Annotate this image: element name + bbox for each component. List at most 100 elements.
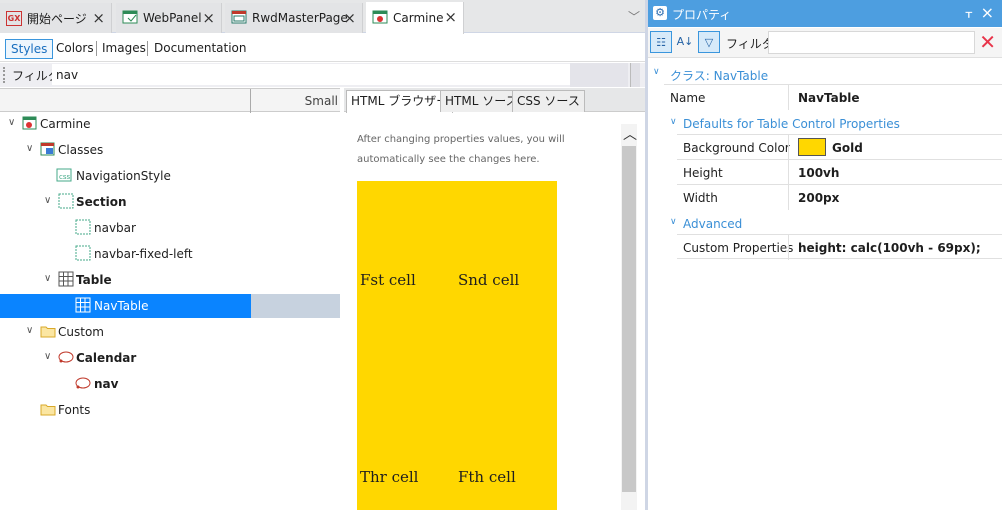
pin-icon[interactable]: ᚁ [966,5,972,20]
tree-header: Small [0,88,340,113]
chevron-down-icon[interactable]: ∨ [26,143,33,154]
navtable-preview: Fst cell Snd cell Thr cell Fth cell [357,181,557,510]
chevron-down-icon[interactable]: ∨ [670,117,677,127]
property-filter-input[interactable] [768,31,975,54]
document-tab-bar: GX 開始ページ × WebPanel × RwdMasterPage × Ca… [0,0,645,34]
property-value[interactable]: Gold [832,141,863,155]
section-icon [58,193,74,209]
chevron-up-icon[interactable]: ︿ [623,124,637,144]
tree-item-navigationstyle[interactable]: css NavigationStyle [0,164,340,190]
tab-styles[interactable]: Styles [5,39,54,59]
table-cell: Thr cell [360,468,419,486]
tree-item-fonts[interactable]: Fonts [0,398,340,424]
tree-item-label: Carmine [40,117,91,131]
property-row-height[interactable]: Height 100vh [677,159,1002,185]
categorized-view-icon[interactable]: ☷ [650,31,672,53]
property-name: Background Color [683,141,790,155]
tree-item-label: navbar [94,221,136,235]
filter-dropdown[interactable] [630,63,640,87]
property-name: Height [683,166,723,180]
custom-class-icon [75,375,91,391]
property-name: Custom Properties [683,241,794,255]
theme-icon [22,115,38,131]
clear-filter-icon[interactable]: ✕ [979,30,996,54]
tab-css-source[interactable]: CSS ソース [512,90,585,112]
tab-carmine[interactable]: Carmine × [366,2,464,34]
tree-item-label: NavigationStyle [76,169,171,183]
close-icon[interactable]: × [981,3,994,22]
color-swatch[interactable] [798,138,826,156]
styles-editor-pane: GX 開始ページ × WebPanel × RwdMasterPage × Ca… [0,0,645,510]
chevron-down-icon[interactable]: ∨ [653,67,660,77]
column-separator [788,160,789,185]
tree-item-label: Section [76,195,127,209]
chevron-down-icon[interactable]: ∨ [44,195,51,206]
tree-item-table[interactable]: ∨ Table [0,268,340,294]
column-splitter[interactable] [250,89,251,113]
property-row-background-color[interactable]: Background Color Gold [677,134,1002,160]
chevron-down-icon[interactable]: ∨ [8,117,15,128]
tab-label: 開始ページ [27,11,87,26]
close-icon[interactable]: × [92,9,105,27]
tab-images[interactable]: Images [97,39,151,59]
tab-label: RwdMasterPage [252,11,348,25]
chevron-down-icon[interactable]: ∨ [44,351,51,362]
filter-icon[interactable]: ▽ [698,31,720,53]
table-cell: Fst cell [360,271,416,289]
tab-html-source[interactable]: HTML ソース [440,90,523,112]
filter-label: フィルタ [726,37,774,51]
close-icon[interactable]: × [202,9,215,27]
class-header[interactable]: ∨ クラス: NavTable [648,62,1002,86]
filter-input[interactable] [52,64,570,85]
property-value[interactable]: height: calc(100vh - 69px); [798,241,981,255]
group-header-advanced[interactable]: ∨ Advanced [648,212,1002,236]
tree-item-nav[interactable]: nav [0,372,340,398]
property-row-custom-properties[interactable]: Custom Properties height: calc(100vh - 6… [677,234,1002,260]
preview-hint: After changing properties values, you wi… [357,134,565,165]
scrollbar-thumb[interactable] [622,146,636,492]
column-header-small[interactable]: Small [305,94,338,108]
property-value[interactable]: NavTable [798,91,860,105]
property-value[interactable]: 100vh [798,166,839,180]
style-tree: ∨ Carmine ∨ Classes css NavigationStyle … [0,112,340,510]
close-icon[interactable]: × [444,8,457,26]
close-icon[interactable]: × [343,9,356,27]
chevron-down-icon[interactable]: ∨ [26,325,33,336]
gx-logo-icon: GX [6,10,22,26]
chevron-down-icon[interactable]: ∨ [44,273,51,284]
chevron-down-icon[interactable]: ﹀ [628,8,640,25]
properties-titlebar: ⚙ プロパティ ᚁ × [648,0,1002,27]
tab-colors[interactable]: Colors [51,39,99,59]
tree-item-navbar-fixed-left[interactable]: navbar-fixed-left [0,242,340,268]
property-row-width[interactable]: Width 200px [677,184,1002,210]
tab-documentation[interactable]: Documentation [149,39,252,59]
chevron-down-icon[interactable]: ∨ [670,217,677,227]
property-value[interactable]: 200px [798,191,839,205]
selection-highlight-value [251,294,340,318]
tree-item-carmine[interactable]: ∨ Carmine [0,112,340,138]
tree-item-calendar[interactable]: ∨ Calendar [0,346,340,372]
tab-rwdmasterpage[interactable]: RwdMasterPage × [225,3,363,33]
custom-class-icon [58,349,74,365]
tree-item-navbar[interactable]: navbar [0,216,340,242]
tree-item-classes[interactable]: ∨ Classes [0,138,340,164]
sort-alpha-icon[interactable]: A↓ [674,31,696,53]
tree-item-section[interactable]: ∨ Section [0,190,340,216]
property-row-name[interactable]: Name NavTable [664,84,1002,110]
section-icon [75,219,91,235]
tab-start-page[interactable]: GX 開始ページ × [0,3,112,33]
tab-label: Carmine [393,11,444,25]
preview-scrollbar[interactable]: ︿ [621,124,637,510]
tree-item-custom[interactable]: ∨ Custom [0,320,340,346]
tree-item-label: Fonts [58,403,91,417]
tab-html-browser[interactable]: HTML ブラウザー [346,90,454,113]
folder-icon [40,401,56,417]
tree-item-navtable[interactable]: NavTable [0,294,340,320]
preview-tabs: HTML ブラウザー HTML ソース CSS ソース [344,88,645,113]
tab-webpanel[interactable]: WebPanel × [116,3,222,33]
column-separator [788,135,789,160]
group-label: Advanced [683,217,743,231]
grip-handle [3,67,5,83]
navstyle-icon: css [56,167,72,183]
group-header-table-defaults[interactable]: ∨ Defaults for Table Control Properties [648,112,1002,136]
